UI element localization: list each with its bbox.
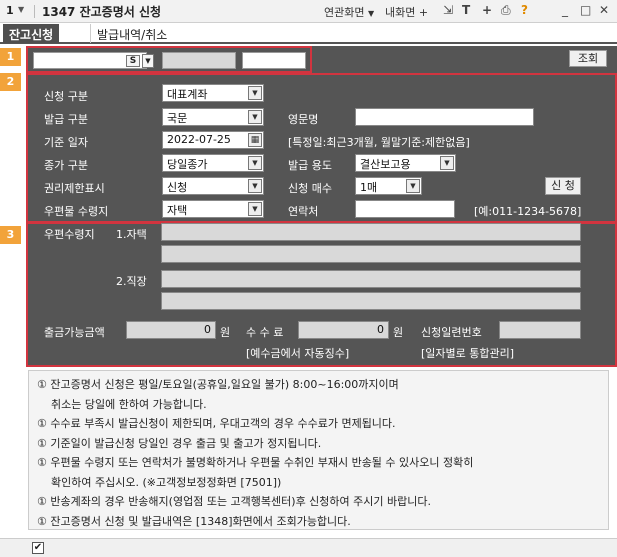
home-address-line1 <box>161 223 581 241</box>
withdrawable-label: 출금가능금액 <box>44 326 105 339</box>
tab-issue-history[interactable]: 발급내역/취소 <box>90 24 173 43</box>
section-marker-1: 1 <box>0 48 21 66</box>
tab-bar: 잔고신청 발급내역/취소 <box>0 23 617 44</box>
notice-line: ① 기준일이 발급신청 당일인 경우 출금 및 출고가 정지됩니다. <box>37 436 322 450</box>
account-number-input[interactable]: S ▼ <box>33 52 154 69</box>
account-name-field <box>162 52 236 69</box>
price-type-select[interactable]: 당일종가 ▼ <box>162 154 264 172</box>
plus-icon: + <box>418 6 429 19</box>
fee-unit: 원 <box>393 326 404 339</box>
price-type-label: 종가 구분 <box>44 159 88 172</box>
notice-line: 취소는 당일에 한하여 가능합니다. <box>51 397 207 411</box>
base-date-label: 기준 일자 <box>44 136 88 149</box>
chevron-down-icon[interactable]: ▼ <box>248 179 262 193</box>
maximize-icon[interactable]: □ <box>580 3 591 17</box>
contact-label: 연락처 <box>288 205 319 218</box>
apply-type-select[interactable]: 대표계좌 ▼ <box>162 84 264 102</box>
address-label: 우편수령지 <box>44 228 95 241</box>
apply-type-label: 신청 구분 <box>44 90 88 103</box>
notice-line: ① 잔고증명서 신청은 평일/토요일(공휴일,일요일 불가) 8:00~16:0… <box>37 378 399 391</box>
withdrawable-unit: 원 <box>220 326 231 339</box>
contact-input[interactable] <box>355 200 455 218</box>
work-address-line1 <box>161 270 581 288</box>
chevron-down-icon[interactable]: ▼ <box>440 156 454 170</box>
fee-amount: 0 <box>298 321 389 339</box>
related-screen-menu[interactable]: 연관화면 ▼ <box>324 4 374 20</box>
pin-icon[interactable]: ⇲ <box>443 3 453 17</box>
form-panel: 신청 구분 대표계좌 ▼ 발급 구분 국문 ▼ 영문명 기준 일자 2022-0… <box>26 73 617 367</box>
issue-type-label: 발급 구분 <box>44 113 88 126</box>
purpose-select[interactable]: 결산보고용 ▼ <box>355 154 456 172</box>
mail-recv-select[interactable]: 자택 ▼ <box>162 200 264 218</box>
home-address-line2 <box>161 245 581 263</box>
notice-line: 확인하여 주십시오. (※고객정보정정화면 [7501]) <box>51 475 282 489</box>
chevron-down-icon[interactable]: ▼ <box>248 202 262 216</box>
screen-number[interactable]: 1 <box>6 4 14 17</box>
withdrawable-amount: 0 <box>126 321 216 339</box>
serial-label: 신청일련번호 <box>421 326 482 339</box>
status-bar: ✔ <box>0 538 617 557</box>
fee-label: 수 수 료 <box>246 326 284 339</box>
purpose-label: 발급 용도 <box>288 159 332 172</box>
copies-select[interactable]: 1매 ▼ <box>355 177 422 195</box>
english-name-input[interactable] <box>355 108 534 126</box>
work-address-label: 2.직장 <box>116 275 147 288</box>
chevron-down-icon[interactable]: ▼ <box>248 156 262 170</box>
text-icon[interactable]: T <box>462 3 470 17</box>
notice-line: ① 잔고증명서 신청 및 발급내역은 [1348]화면에서 조회가능합니다. <box>37 514 351 528</box>
chevron-down-icon[interactable]: ▼ <box>142 54 154 68</box>
title-bar: 1 ▼ 1347 잔고증명서 신청 연관화면 ▼ 내화면 + ⇲ T + ⎙ ?… <box>0 0 617 23</box>
contact-example: [예:011-1234-5678] <box>474 205 582 218</box>
fee-note: [예수금에서 자동징수] <box>246 347 350 360</box>
close-icon[interactable]: ✕ <box>599 3 609 17</box>
copies-label: 신청 매수 <box>288 182 332 195</box>
account-selector-box: S ▼ <box>26 46 312 73</box>
my-screen-menu[interactable]: 내화면 + <box>385 4 428 20</box>
notice-box: ① 잔고증명서 신청은 평일/토요일(공휴일,일요일 불가) 8:00~16:0… <box>28 370 609 530</box>
issue-type-select[interactable]: 국문 ▼ <box>162 108 264 126</box>
tab-balance-request[interactable]: 잔고신청 <box>3 24 60 43</box>
s-button[interactable]: S <box>126 55 140 67</box>
chevron-down-icon[interactable]: ▼ <box>248 86 262 100</box>
lookup-button[interactable]: 조회 <box>569 50 607 67</box>
notice-line: ① 우편물 수령지 또는 연락처가 불명확하거나 우편물 수취인 부재시 반송될… <box>37 456 474 469</box>
mail-recv-label: 우편물 수령지 <box>44 205 109 218</box>
status-checkbox[interactable]: ✔ <box>32 542 44 554</box>
english-name-label: 영문명 <box>288 113 319 126</box>
serial-number <box>499 321 581 339</box>
notice-line: ① 반송계좌의 경우 반송해지(영업점 또는 고객행복센터)후 신청하여 주시기… <box>37 495 431 508</box>
calendar-icon[interactable]: ▦ <box>248 133 262 147</box>
plus-icon[interactable]: + <box>482 3 492 17</box>
top-toolbar: 조회 <box>312 46 617 73</box>
rights-select[interactable]: 신청 ▼ <box>162 177 264 195</box>
base-date-note: [특정일:최근3개월, 월말기준:제한없음] <box>288 136 470 149</box>
chevron-down-icon[interactable]: ▼ <box>18 5 24 14</box>
section-marker-3: 3 <box>0 226 21 244</box>
divider <box>34 5 35 18</box>
password-input[interactable] <box>242 52 306 69</box>
window-title: 1347 잔고증명서 신청 <box>42 5 162 19</box>
serial-note: [일자별로 통합관리] <box>421 347 515 360</box>
chevron-down-icon: ▼ <box>367 9 375 18</box>
notice-line: ① 수수료 부족시 발급신청이 제한되며, 우대고객의 경우 수수료가 면제됩니… <box>37 417 396 430</box>
print-icon[interactable]: ⎙ <box>501 3 511 18</box>
rights-label: 권리제한표시 <box>44 182 105 195</box>
help-icon[interactable]: ? <box>521 3 528 17</box>
section-marker-2: 2 <box>0 73 21 91</box>
home-address-label: 1.자택 <box>116 228 147 241</box>
apply-button[interactable]: 신 청 <box>545 177 581 195</box>
chevron-down-icon[interactable]: ▼ <box>248 110 262 124</box>
work-address-line2 <box>161 292 581 310</box>
base-date-input[interactable]: 2022-07-25 ▦ <box>162 131 264 149</box>
chevron-down-icon[interactable]: ▼ <box>406 179 420 193</box>
minimize-icon[interactable]: _ <box>562 3 568 17</box>
